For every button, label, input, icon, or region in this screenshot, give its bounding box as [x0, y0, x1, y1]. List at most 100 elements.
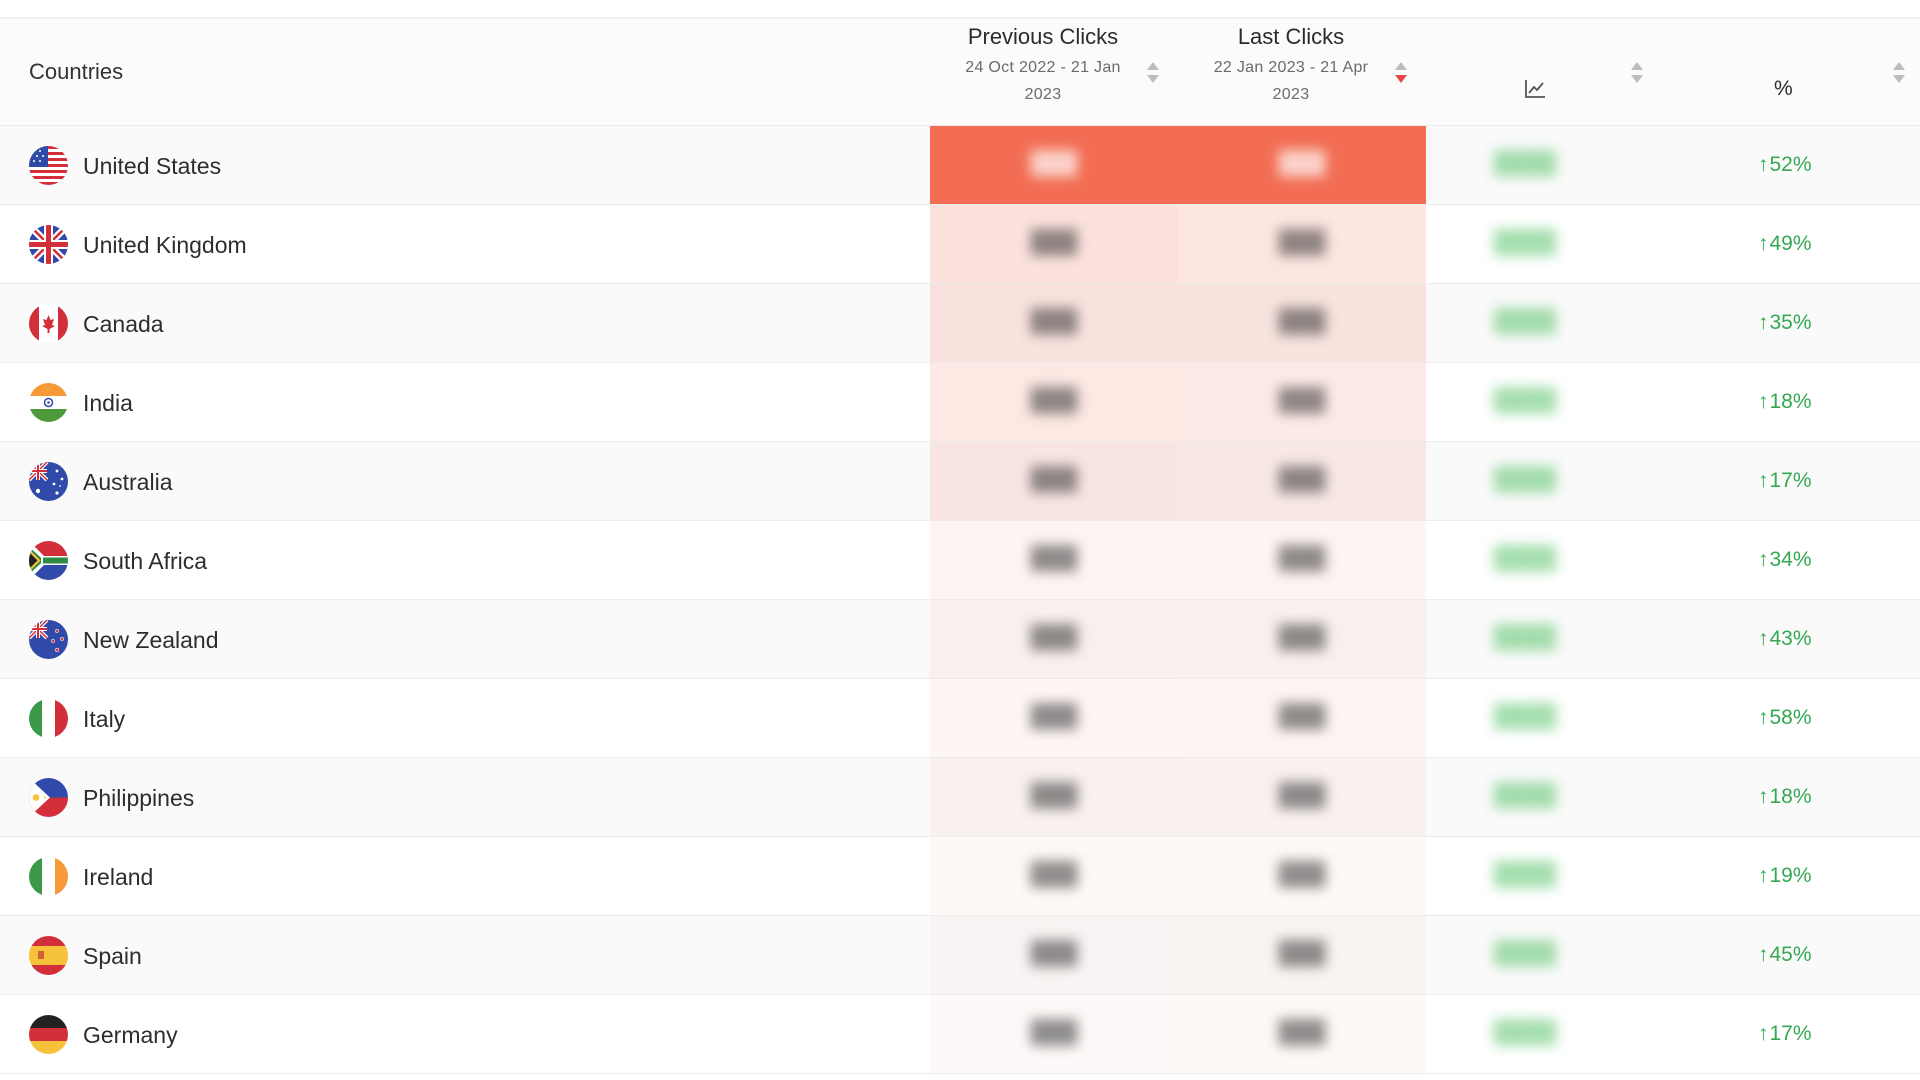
- last-clicks-value-redacted: ███: [1278, 782, 1326, 807]
- previous-clicks-value-redacted: ███: [1030, 782, 1078, 807]
- previous-clicks-cell: ███: [930, 284, 1178, 362]
- percent-column-header[interactable]: %: [1774, 77, 1793, 101]
- trend-value-redacted: ████: [1493, 624, 1557, 649]
- table-row[interactable]: Spain ███ ███ ████ ↑45%: [0, 916, 1920, 995]
- percent-value: 49%: [1769, 232, 1812, 255]
- previous-clicks-cell: ███: [930, 916, 1178, 994]
- previous-clicks-cell: ███: [930, 837, 1178, 915]
- us-flag-icon: [29, 146, 68, 185]
- country-name: India: [83, 390, 133, 416]
- trend-cell: ████: [1426, 126, 1624, 204]
- last-clicks-value-redacted: ███: [1278, 1019, 1326, 1044]
- percent-value: 35%: [1769, 311, 1812, 334]
- percent-value: 17%: [1769, 469, 1812, 492]
- table-row[interactable]: United Kingdom ███ ███ ████ ↑49%: [0, 205, 1920, 284]
- line-chart-icon[interactable]: [1524, 79, 1546, 99]
- philippines-flag-icon: [29, 778, 68, 817]
- trend-sort-icon[interactable]: [1630, 61, 1644, 87]
- percent-change: ↑43%: [1758, 627, 1812, 651]
- previous-clicks-value-redacted: ███: [1030, 703, 1078, 728]
- last-clicks-value-redacted: ███: [1278, 861, 1326, 886]
- last-clicks-cell: ███: [1178, 126, 1426, 204]
- percent-sort-icon[interactable]: [1892, 61, 1906, 87]
- country-name: Australia: [83, 469, 173, 495]
- previous-clicks-header[interactable]: Previous Clicks 24 Oct 2022 - 21 Jan 202…: [935, 24, 1151, 108]
- last-clicks-value-redacted: ███: [1278, 387, 1326, 412]
- trend-value-redacted: ████: [1493, 308, 1557, 333]
- table-row[interactable]: United States ███ ███ ████ ↑52%: [0, 126, 1920, 205]
- country-name: Germany: [83, 1022, 178, 1048]
- last-clicks-sort-icon[interactable]: [1394, 61, 1408, 87]
- previous-clicks-value-redacted: ███: [1030, 861, 1078, 886]
- last-clicks-value-redacted: ███: [1278, 624, 1326, 649]
- last-clicks-value-redacted: ███: [1278, 150, 1326, 175]
- country-name: Italy: [83, 706, 126, 732]
- trend-value-redacted: ████: [1493, 229, 1557, 254]
- country-name: Canada: [83, 311, 164, 337]
- percent-value: 17%: [1769, 1022, 1812, 1045]
- last-clicks-title: Last Clicks: [1237, 24, 1345, 49]
- percent-change: ↑18%: [1758, 785, 1812, 809]
- previous-clicks-cell: ███: [930, 442, 1178, 520]
- table-row[interactable]: India ███ ███ ████ ↑18%: [0, 363, 1920, 442]
- south-africa-flag-icon: [29, 541, 68, 580]
- previous-clicks-cell: ███: [930, 363, 1178, 441]
- percent-change: ↑35%: [1758, 311, 1812, 335]
- australia-flag-icon: [29, 462, 68, 501]
- trend-value-redacted: ████: [1493, 940, 1557, 965]
- last-clicks-cell: ███: [1178, 916, 1426, 994]
- trend-cell: ████: [1426, 205, 1624, 283]
- last-clicks-cell: ███: [1178, 600, 1426, 678]
- last-clicks-cell: ███: [1178, 363, 1426, 441]
- arrow-up-icon: ↑: [1758, 706, 1769, 729]
- table-row[interactable]: Philippines ███ ███ ████ ↑18%: [0, 758, 1920, 837]
- trend-value-redacted: ████: [1493, 466, 1557, 491]
- previous-clicks-value-redacted: ███: [1030, 624, 1078, 649]
- arrow-up-icon: ↑: [1758, 232, 1769, 255]
- percent-value: 58%: [1769, 706, 1812, 729]
- germany-flag-icon: [29, 1015, 68, 1054]
- trend-cell: ████: [1426, 916, 1624, 994]
- percent-value: 52%: [1769, 153, 1812, 176]
- trend-cell: ████: [1426, 758, 1624, 836]
- last-clicks-header[interactable]: Last Clicks 22 Jan 2023 - 21 Apr 2023: [1183, 24, 1399, 108]
- trend-cell: ████: [1426, 679, 1624, 757]
- country-name: New Zealand: [83, 627, 219, 653]
- trend-value-redacted: ████: [1493, 703, 1557, 728]
- arrow-up-icon: ↑: [1758, 943, 1769, 966]
- last-clicks-cell: ███: [1178, 442, 1426, 520]
- percent-value: 43%: [1769, 627, 1812, 650]
- last-clicks-value-redacted: ███: [1278, 466, 1326, 491]
- trend-cell: ████: [1426, 284, 1624, 362]
- table-body: United States ███ ███ ████ ↑52% United Kingdo…: [0, 126, 1920, 1074]
- last-clicks-range: 22 Jan 2023 - 21 Apr 2023: [1213, 59, 1369, 103]
- table-row[interactable]: Germany ███ ███ ████ ↑17%: [0, 995, 1920, 1074]
- trend-value-redacted: ████: [1493, 1019, 1557, 1044]
- previous-clicks-value-redacted: ███: [1030, 229, 1078, 254]
- percent-value: 18%: [1769, 785, 1812, 808]
- trend-value-redacted: ████: [1493, 861, 1557, 886]
- previous-clicks-value-redacted: ███: [1030, 308, 1078, 333]
- last-clicks-value-redacted: ███: [1278, 229, 1326, 254]
- last-clicks-cell: ███: [1178, 758, 1426, 836]
- last-clicks-cell: ███: [1178, 205, 1426, 283]
- last-clicks-value-redacted: ███: [1278, 308, 1326, 333]
- previous-clicks-sort-icon[interactable]: [1146, 61, 1160, 87]
- country-name: Philippines: [83, 785, 195, 811]
- italy-flag-icon: [29, 699, 68, 738]
- arrow-up-icon: ↑: [1758, 1022, 1769, 1045]
- table-row[interactable]: South Africa ███ ███ ████ ↑34%: [0, 521, 1920, 600]
- table-row[interactable]: New Zealand ███ ███ ████ ↑43%: [0, 600, 1920, 679]
- previous-clicks-title: Previous Clicks: [967, 24, 1119, 49]
- trend-cell: ████: [1426, 600, 1624, 678]
- trend-cell: ████: [1426, 442, 1624, 520]
- last-clicks-value-redacted: ███: [1278, 545, 1326, 570]
- table-row[interactable]: Australia ███ ███ ████ ↑17%: [0, 442, 1920, 521]
- table-row[interactable]: Italy ███ ███ ████ ↑58%: [0, 679, 1920, 758]
- percent-change: ↑17%: [1758, 469, 1812, 493]
- table-row[interactable]: Ireland ███ ███ ████ ↑19%: [0, 837, 1920, 916]
- countries-column-header[interactable]: Countries: [29, 59, 123, 85]
- last-clicks-cell: ███: [1178, 679, 1426, 757]
- new-zealand-flag-icon: [29, 620, 68, 659]
- table-row[interactable]: Canada ███ ███ ████ ↑35%: [0, 284, 1920, 363]
